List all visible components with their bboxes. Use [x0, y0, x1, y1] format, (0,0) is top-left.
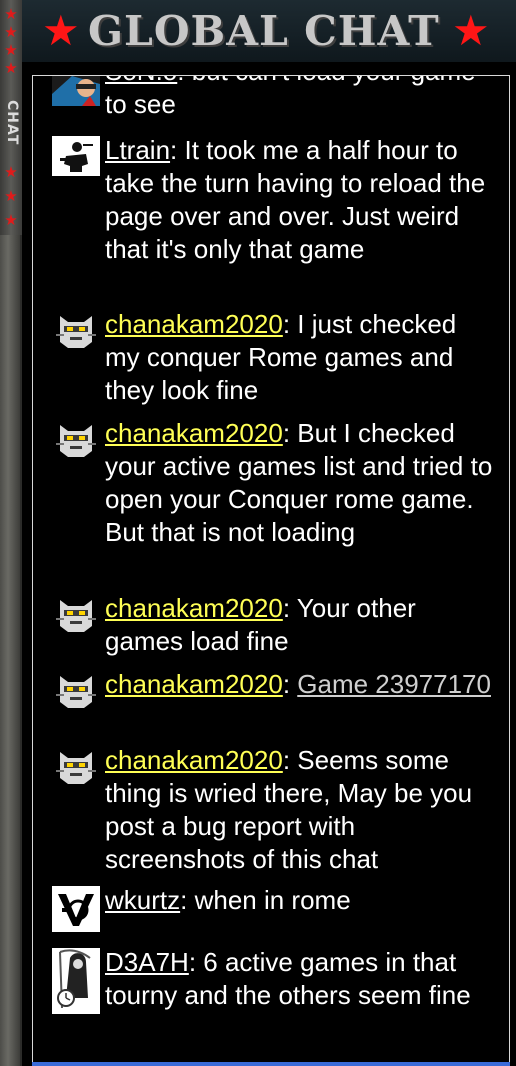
ninja-avatar-icon [52, 76, 100, 106]
message-text: D3A7H: 6 active games in that tourny and… [105, 946, 497, 1012]
chat-side-tab[interactable]: ★ ★ ★ ★ CHAT ★ ★ ★ [0, 0, 22, 235]
star-icon: ★ [4, 41, 18, 59]
message-username[interactable]: Ltrain [105, 135, 170, 165]
star-icon: ★ [42, 6, 80, 55]
message-separator: : [282, 593, 297, 623]
message-separator: : [170, 135, 185, 165]
message-text: wkurtz: when in rome [105, 884, 497, 917]
star-icon: ★ [4, 163, 18, 181]
star-icon: ★ [4, 211, 18, 229]
message-body: when in rome [194, 885, 351, 915]
message-username[interactable]: D3A7H [105, 947, 189, 977]
message-separator: : [282, 669, 298, 699]
message-separator: : [282, 745, 298, 775]
message-username[interactable]: chanakam2020 [105, 745, 283, 775]
message-username[interactable]: SoN.o [105, 76, 177, 86]
game-link[interactable]: Game 23977170 [297, 669, 491, 699]
message-username[interactable]: chanakam2020 [105, 309, 283, 339]
chat-title: GLOBAL CHAT [88, 7, 440, 55]
chat-message-list[interactable]: SoN.o: but can't load your game to see L… [32, 75, 510, 1066]
message-text: chanakam2020: Game 23977170 [105, 668, 497, 701]
cat-avatar-icon [52, 594, 100, 634]
star-icon: ★ [452, 6, 490, 55]
message-separator: : [180, 885, 195, 915]
star-icon: ★ [4, 5, 18, 23]
cat-avatar-icon [52, 310, 100, 350]
chat-header: ★ GLOBAL CHAT ★ [22, 0, 516, 62]
cat-avatar-icon [52, 746, 100, 786]
message-text: Ltrain: It took me a half hour to take t… [105, 134, 497, 266]
global-chat-window: ★ ★ ★ ★ CHAT ★ ★ ★ ★ GLOBAL CHAT ★ to se… [0, 0, 516, 1066]
message-separator: : [177, 76, 191, 86]
message-username[interactable]: chanakam2020 [105, 669, 283, 699]
message-text: chanakam2020: Your other games load fine [105, 592, 497, 658]
vc-logo-avatar-icon [52, 886, 100, 932]
message-username[interactable]: wkurtz [105, 885, 180, 915]
message-separator: : [188, 947, 204, 977]
reaper-avatar-icon [52, 948, 100, 1014]
message-text: chanakam2020: Seems some thing is wried … [105, 744, 497, 876]
message-username[interactable]: chanakam2020 [105, 593, 283, 623]
star-icon: ★ [4, 187, 18, 205]
chat-tab-label: CHAT [4, 100, 20, 146]
message-username[interactable]: chanakam2020 [105, 418, 283, 448]
message-text: chanakam2020: But I checked your active … [105, 417, 497, 549]
message-separator: : [282, 418, 298, 448]
chat-input-border [32, 1062, 510, 1066]
cat-avatar-icon [52, 670, 100, 710]
message-text: SoN.o: but can't load your game to see [105, 76, 497, 121]
star-icon: ★ [4, 59, 18, 77]
message-text: chanakam2020: I just checked my conquer … [105, 308, 497, 407]
star-icon: ★ [4, 23, 18, 41]
soldier-avatar-icon [52, 136, 100, 176]
message-separator: : [282, 309, 298, 339]
chat-side-strip: ★ ★ ★ ★ CHAT ★ ★ ★ [0, 0, 22, 1066]
cat-avatar-icon [52, 419, 100, 459]
